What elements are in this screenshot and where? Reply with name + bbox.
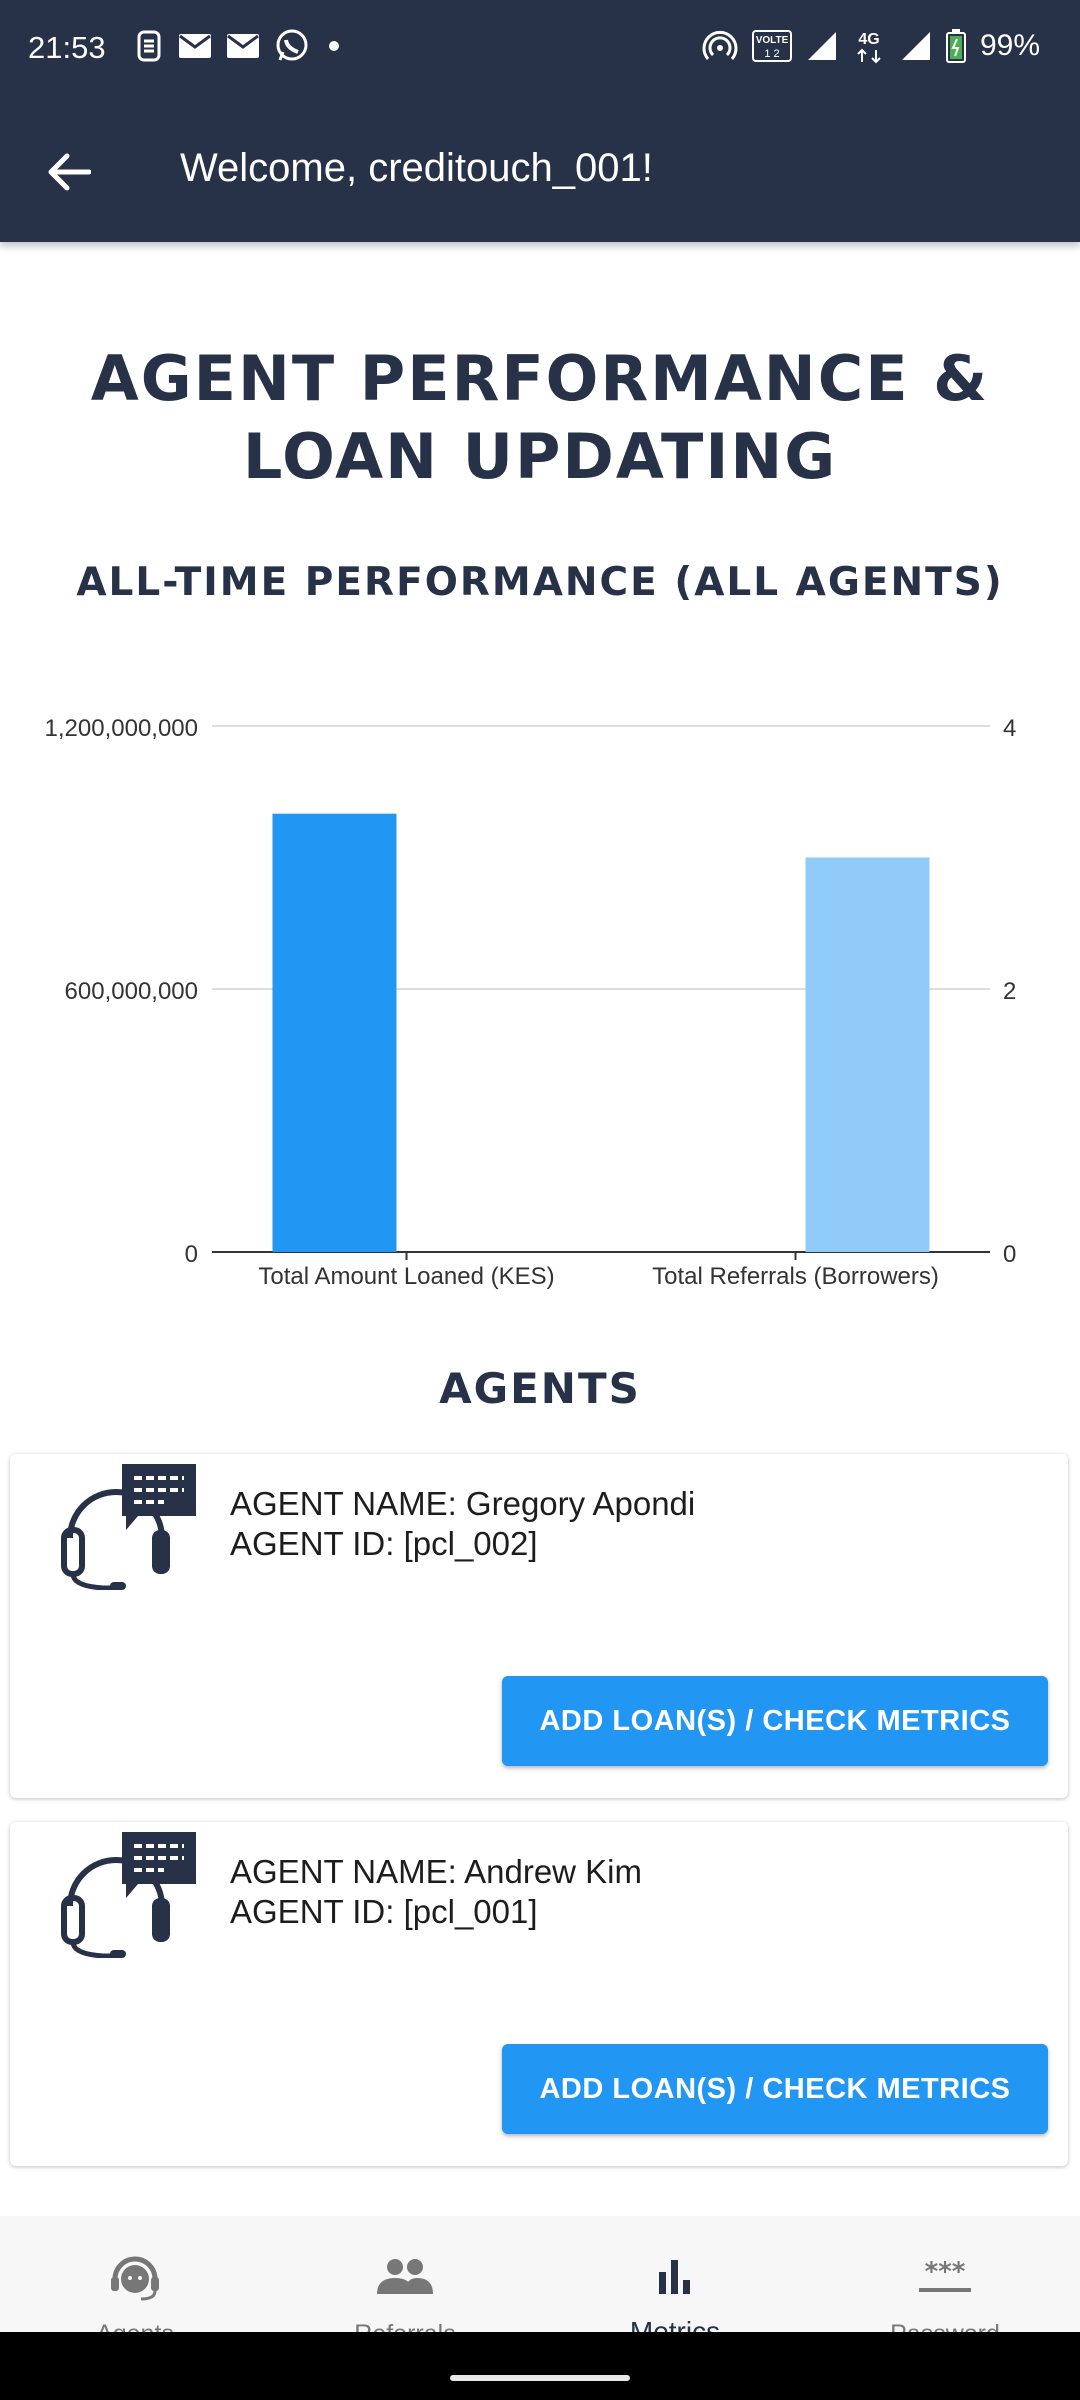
add-loans-check-metrics-button[interactable]: ADD LOAN(S) / CHECK METRICS xyxy=(502,1676,1048,1766)
s-icon xyxy=(137,30,161,62)
svg-text:***: *** xyxy=(925,2257,966,2287)
arrow-back-icon xyxy=(48,153,91,191)
left-axis-tick-label: 0 xyxy=(185,1241,198,1268)
battery-percent: 99% xyxy=(979,29,1040,62)
gmail-icon xyxy=(179,34,211,58)
top-bar: 21:53 VOLTE 1 2 4G 99% Welcome, creditouc… xyxy=(0,0,1080,242)
page-title-line1: AGENT PERFORMANCE & xyxy=(90,342,990,415)
signal-icon xyxy=(807,32,836,60)
status-time: 21:53 xyxy=(28,30,106,65)
agents-heading: AGENTS xyxy=(439,1364,641,1413)
support-agent-icon xyxy=(61,1832,196,1958)
app-bar: Welcome, creditouch_001! xyxy=(0,100,1080,242)
agent-name: AGENT NAME: Gregory Apondi xyxy=(230,1485,696,1522)
battery-icon xyxy=(945,29,966,63)
x-axis-category-label: Total Referrals (Borrowers) xyxy=(652,1263,939,1290)
add-loans-check-metrics-button[interactable]: ADD LOAN(S) / CHECK METRICS xyxy=(502,2044,1048,2134)
right-axis-tick-label: 2 xyxy=(1003,978,1016,1005)
back-button[interactable] xyxy=(34,140,104,204)
left-axis-tick-label: 600,000,000 xyxy=(65,978,198,1005)
dot-icon xyxy=(329,41,339,51)
page-title-line2: LOAN UPDATING xyxy=(242,420,838,493)
agent-id: AGENT ID: [pcl_001] xyxy=(230,1893,538,1930)
volte-icon: VOLTE 1 2 xyxy=(751,30,792,62)
home-gesture-handle[interactable] xyxy=(450,2375,630,2381)
agent-card: AGENT NAME: Gregory Apondi AGENT ID: [pc… xyxy=(10,1454,1068,1798)
x-axis-category-label: Total Amount Loaned (KES) xyxy=(258,1263,554,1290)
svg-text:4G: 4G xyxy=(858,31,879,48)
chart-bar xyxy=(805,857,930,1252)
agent-name: AGENT NAME: Andrew Kim xyxy=(230,1853,643,1890)
app-title: Welcome, creditouch_001! xyxy=(180,146,653,190)
notification-icons xyxy=(134,28,344,64)
agent-card: AGENT NAME: Andrew Kim AGENT ID: [pcl_00… xyxy=(10,1822,1068,2166)
chart-heading: ALL-TIME PERFORMANCE (ALL AGENTS) xyxy=(76,560,1004,605)
performance-chart: 1,200,000,000 600,000,000 0 4 2 0 Total Amount… xyxy=(45,715,1017,1290)
system-icons: VOLTE 1 2 4G 99% xyxy=(702,28,1040,64)
system-navigation-bar xyxy=(0,2332,1080,2400)
bar-chart-icon xyxy=(659,2260,690,2294)
gmail-icon xyxy=(227,34,259,58)
page-title: AGENT PERFORMANCE & LOAN UPDATING xyxy=(0,340,1080,496)
agent-info: AGENT NAME: Andrew Kim AGENT ID: [pcl_00… xyxy=(230,1852,642,1932)
agent-info: AGENT NAME: Gregory Apondi AGENT ID: [pc… xyxy=(230,1484,695,1564)
password-icon: *** xyxy=(919,2257,971,2292)
signal-icon xyxy=(901,32,930,60)
svg-text:VOLTE: VOLTE xyxy=(756,35,789,46)
hotspot-icon xyxy=(702,30,738,60)
chart-bar xyxy=(272,813,397,1252)
group-icon xyxy=(377,2259,433,2294)
status-bar: 21:53 VOLTE 1 2 4G 99% xyxy=(0,0,1080,100)
support-agent-icon xyxy=(61,1464,196,1590)
left-axis-tick-label: 1,200,000,000 xyxy=(45,715,198,742)
4g-icon: 4G xyxy=(857,31,881,64)
whatsapp-icon xyxy=(276,29,308,61)
support-agent-icon xyxy=(111,2256,159,2301)
right-axis-tick-label: 4 xyxy=(1003,715,1016,742)
right-axis-tick-label: 0 xyxy=(1003,1241,1016,1268)
svg-text:1 2: 1 2 xyxy=(764,48,779,60)
agent-id: AGENT ID: [pcl_002] xyxy=(230,1525,538,1562)
